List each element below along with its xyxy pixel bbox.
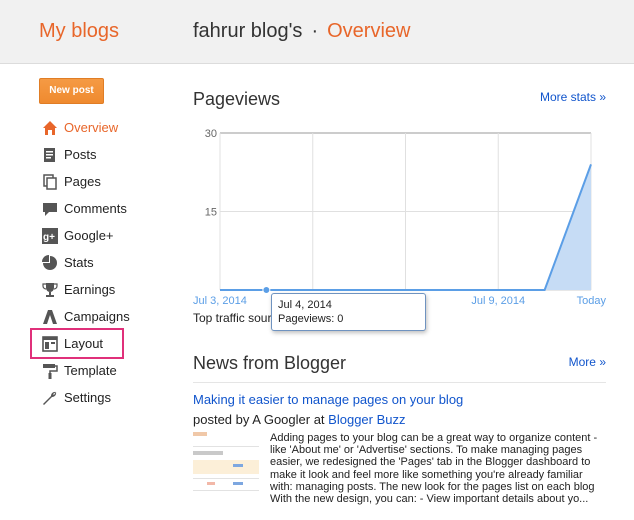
more-stats-link[interactable]: More stats »: [540, 90, 606, 104]
trophy-icon: [39, 279, 61, 301]
sidebar-item-label: Google+: [64, 228, 114, 243]
sidebar-item-label: Posts: [64, 147, 97, 162]
chart-y-tick-label: 30: [205, 128, 217, 140]
blog-title: fahrur blog's · Overview: [193, 20, 410, 43]
news-thumbnail-image: [193, 430, 259, 500]
sidebar-item-label: Comments: [64, 201, 127, 216]
paint-roller-icon: [39, 360, 61, 382]
sidebar-item-posts[interactable]: Posts: [36, 141, 136, 168]
sidebar-item-label: Template: [64, 363, 117, 378]
sidebar-item-label: Pages: [64, 174, 101, 189]
home-icon: [39, 117, 61, 139]
section-title: Overview: [327, 20, 411, 42]
sidebar-item-template[interactable]: Template: [36, 357, 136, 384]
sidebar-item-stats[interactable]: Stats: [36, 249, 136, 276]
my-blogs-link[interactable]: My blogs: [39, 20, 119, 43]
blog-name[interactable]: fahrur blog's: [193, 20, 302, 42]
news-post-byline: posted by A Googler at Blogger Buzz: [193, 412, 406, 427]
top-traffic-sources-label: Top traffic sour: [193, 311, 272, 325]
sidebar-item-pages[interactable]: Pages: [36, 168, 136, 195]
posts-icon: [39, 144, 61, 166]
sidebar-item-google-plus[interactable]: g+ Google+: [36, 222, 136, 249]
svg-text:g+: g+: [43, 232, 55, 243]
wrench-icon: [39, 387, 61, 409]
more-news-link[interactable]: More »: [569, 355, 606, 369]
sidebar-item-label: Overview: [64, 120, 119, 135]
title-separator: ·: [311, 20, 319, 42]
pie-chart-icon: [39, 252, 61, 274]
top-header: My blogs fahrur blog's · Overview: [0, 0, 634, 64]
posted-by-text: posted by A Googler at: [193, 412, 325, 427]
chart-tooltip: Jul 4, 2014 Pageviews: 0: [271, 293, 426, 331]
sidebar-item-label: Earnings: [64, 282, 116, 297]
pageviews-heading: Pageviews: [193, 89, 281, 109]
chart-y-tick-label: 15: [205, 207, 217, 219]
chart-x-tick-label: Jul 3, 2014: [193, 295, 247, 307]
sidebar-item-layout[interactable]: Layout: [30, 328, 124, 359]
pages-icon: [39, 171, 61, 193]
pageviews-chart: 1530Jul 3, 20144Jul 9, 2014Today: [193, 128, 606, 307]
sidebar-item-label: Settings: [64, 390, 111, 405]
chart-labels: 1530Jul 3, 20144Jul 9, 2014Today: [193, 128, 606, 307]
chart-x-tick-label: Jul 9, 2014: [471, 295, 525, 307]
sidebar-item-comments[interactable]: Comments: [36, 195, 136, 222]
new-post-button[interactable]: New post: [39, 78, 104, 104]
sidebar-item-settings[interactable]: Settings: [36, 384, 136, 411]
sidebar-item-label: Stats: [64, 255, 94, 270]
sidebar-item-label: Campaigns: [64, 309, 130, 324]
tooltip-value: Pageviews: 0: [278, 313, 344, 325]
news-heading: News from Blogger: [193, 353, 347, 373]
chart-data-point: [262, 286, 271, 294]
news-post-title-link[interactable]: Making it easier to manage pages on your…: [193, 392, 463, 407]
tooltip-date: Jul 4, 2014: [278, 299, 332, 311]
sidebar-item-overview[interactable]: Overview: [36, 114, 136, 141]
chart-x-tick-label: Today: [577, 295, 607, 307]
adwords-icon: [39, 306, 61, 328]
blogger-buzz-link[interactable]: Blogger Buzz: [328, 412, 405, 427]
sidebar-item-earnings[interactable]: Earnings: [36, 276, 136, 303]
sidebar-nav: Overview Posts Pages Comments g+ Google+…: [30, 114, 136, 411]
sidebar-item-label: Layout: [64, 336, 104, 351]
layout-icon: [39, 333, 61, 355]
sidebar-item-campaigns[interactable]: Campaigns: [36, 303, 136, 330]
news-divider: [193, 382, 606, 383]
comments-icon: [39, 198, 61, 220]
google-plus-icon: g+: [39, 225, 61, 247]
news-post-excerpt: Adding pages to your blog can be a great…: [270, 432, 598, 506]
chart-grid: [219, 132, 592, 291]
